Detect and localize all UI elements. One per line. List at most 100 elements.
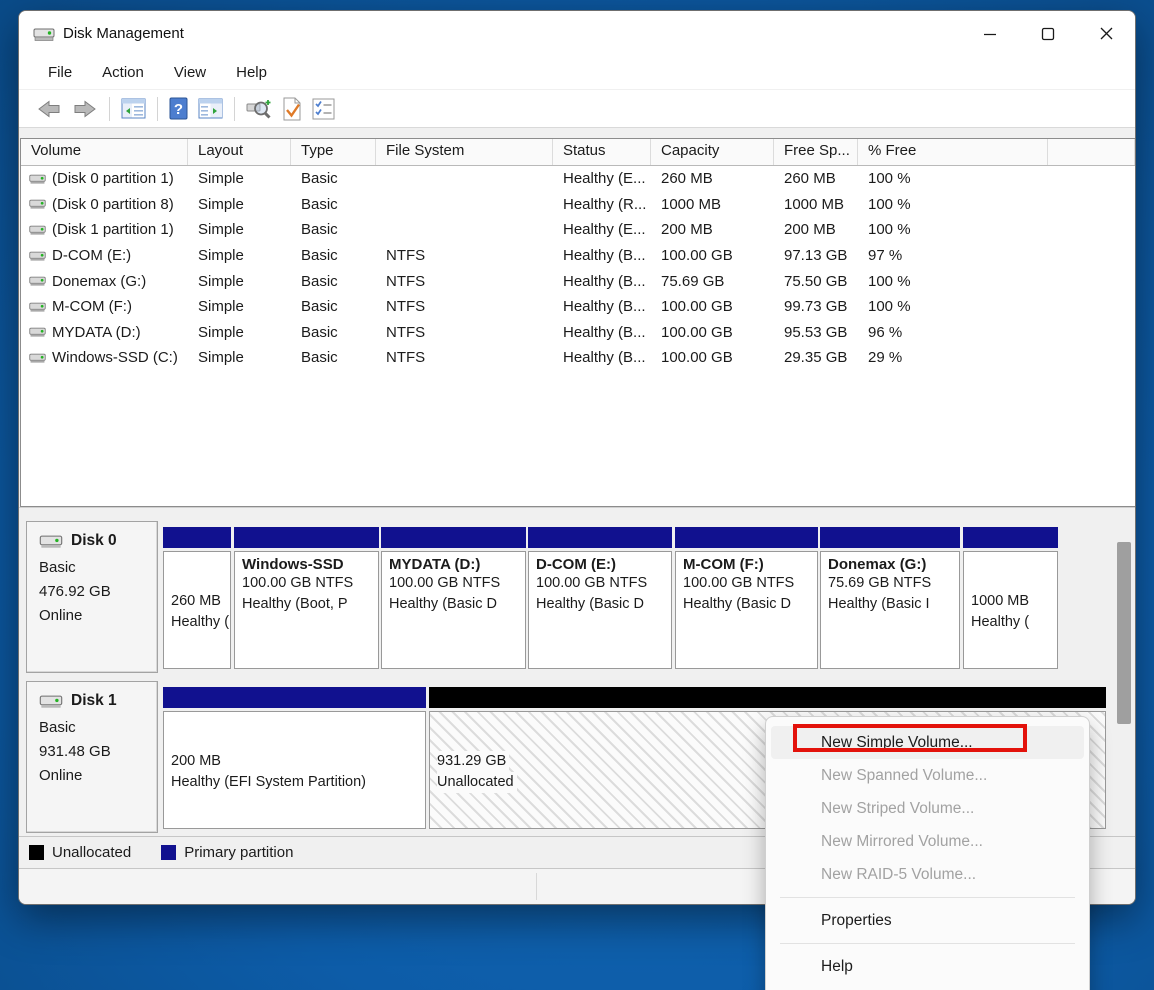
column-header-stub [1048, 139, 1135, 165]
column-header-volume[interactable]: Volume [21, 139, 188, 165]
volume-name: (Disk 1 partition 1) [52, 221, 174, 238]
layout-cell: Simple [188, 273, 291, 290]
vertical-scrollbar-thumb[interactable] [1117, 542, 1131, 724]
free-cell: 29.35 GB [774, 349, 858, 366]
primary-partition-strip [381, 527, 526, 548]
fs-cell: NTFS [376, 247, 553, 264]
disk1-label-panel[interactable]: Disk 1 Basic 931.48 GB Online [26, 681, 158, 833]
menu-help[interactable]: Help [223, 60, 280, 85]
column-header-pct-free[interactable]: % Free [858, 139, 1048, 165]
help-button[interactable]: ? [164, 95, 193, 122]
disk0-partition-mydata[interactable]: MYDATA (D:)100.00 GB NTFSHealthy (Basic … [381, 521, 526, 673]
free-cell: 200 MB [774, 221, 858, 238]
close-button[interactable] [1077, 11, 1135, 56]
partition-status: Healthy ( [971, 612, 1057, 633]
status-cell: Healthy (R... [553, 196, 651, 213]
partition-status: Healthy (Basic D [536, 594, 671, 615]
layout-cell: Simple [188, 324, 291, 341]
volume-name: MYDATA (D:) [52, 324, 141, 341]
volume-table-row[interactable]: M-COM (F:)SimpleBasicNTFSHealthy (B...10… [21, 294, 1135, 320]
column-header-layout[interactable]: Layout [188, 139, 291, 165]
disk0-partition-windows-ssd[interactable]: Windows-SSD100.00 GB NTFSHealthy (Boot, … [234, 521, 379, 673]
primary-partition-strip [675, 527, 818, 548]
column-header-free-space[interactable]: Free Sp... [774, 139, 858, 165]
volume-table-row[interactable]: (Disk 0 partition 1)SimpleBasicHealthy (… [21, 166, 1135, 192]
status-cell: Healthy (B... [553, 324, 651, 341]
menu-item-help[interactable]: Help [771, 950, 1084, 983]
pct-cell: 100 % [858, 221, 1048, 238]
volume-table-row[interactable]: Windows-SSD (C:)SimpleBasicNTFSHealthy (… [21, 345, 1135, 371]
pct-cell: 100 % [858, 273, 1048, 290]
volume-name: (Disk 0 partition 1) [52, 170, 174, 187]
disk-drive-icon [29, 173, 46, 185]
fs-cell: NTFS [376, 273, 553, 290]
legend-primary-partition: Primary partition [184, 844, 293, 861]
volume-table-row[interactable]: (Disk 0 partition 8)SimpleBasicHealthy (… [21, 192, 1135, 218]
column-header-status[interactable]: Status [553, 139, 651, 165]
free-cell: 260 MB [774, 170, 858, 187]
column-header-capacity[interactable]: Capacity [651, 139, 774, 165]
disk1-status: Online [39, 764, 157, 788]
layout-cell: Simple [188, 221, 291, 238]
toolbar-separator [157, 97, 158, 121]
volume-table-row[interactable]: Donemax (G:)SimpleBasicNTFSHealthy (B...… [21, 268, 1135, 294]
console-tree-icon [121, 98, 146, 119]
free-cell: 75.50 GB [774, 273, 858, 290]
help-icon: ? [169, 97, 188, 120]
volume-name: D-COM (E:) [52, 247, 131, 264]
column-header-file-system[interactable]: File System [376, 139, 553, 165]
menu-item-new-raid5-volume: New RAID-5 Volume... [771, 858, 1084, 891]
volume-table-row[interactable]: MYDATA (D:)SimpleBasicNTFSHealthy (B...1… [21, 320, 1135, 346]
partition-name: M-COM (F:) [683, 556, 817, 573]
disk0-partition-dcom[interactable]: D-COM (E:)100.00 GB NTFSHealthy (Basic D [528, 521, 672, 673]
disk0-partition-donemax[interactable]: Donemax (G:)75.69 GB NTFSHealthy (Basic … [820, 521, 960, 673]
refresh-disk-button[interactable] [241, 95, 277, 122]
disk0-partition-260mb[interactable]: 260 MBHealthy ( [163, 521, 231, 673]
checklist-button[interactable] [307, 96, 340, 122]
minimize-button[interactable] [961, 11, 1019, 56]
partition-size: 1000 MB [971, 591, 1057, 612]
capacity-cell: 200 MB [651, 221, 774, 238]
forward-button[interactable] [67, 96, 103, 122]
column-header-type[interactable]: Type [291, 139, 376, 165]
partition-size: 100.00 GB NTFS [536, 573, 671, 594]
back-button[interactable] [31, 96, 67, 122]
partition-size: 260 MB [171, 591, 230, 612]
maximize-button[interactable] [1019, 11, 1077, 56]
pct-cell: 100 % [858, 298, 1048, 315]
disk1-partition-efi[interactable]: 200 MBHealthy (EFI System Partition) [163, 681, 426, 833]
svg-text:?: ? [174, 101, 183, 118]
check-document-button[interactable] [277, 95, 307, 123]
volume-name-cell: (Disk 1 partition 1) [21, 221, 188, 238]
disk-drive-icon [39, 694, 63, 709]
menu-action[interactable]: Action [89, 60, 157, 85]
partition-size: 100.00 GB NTFS [389, 573, 525, 594]
show-action-pane-button[interactable] [193, 96, 228, 121]
volume-name: M-COM (F:) [52, 298, 132, 315]
unallocated-size: 931.29 GB [437, 751, 509, 772]
toolbar: ? [19, 90, 1135, 128]
primary-partition-swatch [161, 845, 176, 860]
menu-file[interactable]: File [35, 60, 85, 85]
pct-cell: 96 % [858, 324, 1048, 341]
menu-view[interactable]: View [161, 60, 219, 85]
disk0-block: Disk 0 Basic 476.92 GB Online 260 MBHeal… [19, 521, 1136, 673]
menu-item-properties[interactable]: Properties [771, 904, 1084, 937]
volume-table-row[interactable]: (Disk 1 partition 1)SimpleBasicHealthy (… [21, 217, 1135, 243]
disk0-label-panel[interactable]: Disk 0 Basic 476.92 GB Online [26, 521, 158, 673]
menu-separator [780, 943, 1075, 944]
pct-cell: 29 % [858, 349, 1048, 366]
type-cell: Basic [291, 324, 376, 341]
show-console-tree-button[interactable] [116, 96, 151, 121]
partition-name: MYDATA (D:) [389, 556, 525, 573]
layout-cell: Simple [188, 298, 291, 315]
partition-status: Healthy (Boot, P [242, 594, 378, 615]
partition-name: D-COM (E:) [536, 556, 671, 573]
fs-cell: NTFS [376, 349, 553, 366]
disk0-partition-mcom[interactable]: M-COM (F:)100.00 GB NTFSHealthy (Basic D [675, 521, 818, 673]
disk0-partition-1000mb[interactable]: 1000 MBHealthy ( [963, 521, 1058, 673]
pct-cell: 97 % [858, 247, 1048, 264]
volume-table-row[interactable]: D-COM (E:)SimpleBasicNTFSHealthy (B...10… [21, 243, 1135, 269]
type-cell: Basic [291, 247, 376, 264]
volume-name: (Disk 0 partition 8) [52, 196, 174, 213]
